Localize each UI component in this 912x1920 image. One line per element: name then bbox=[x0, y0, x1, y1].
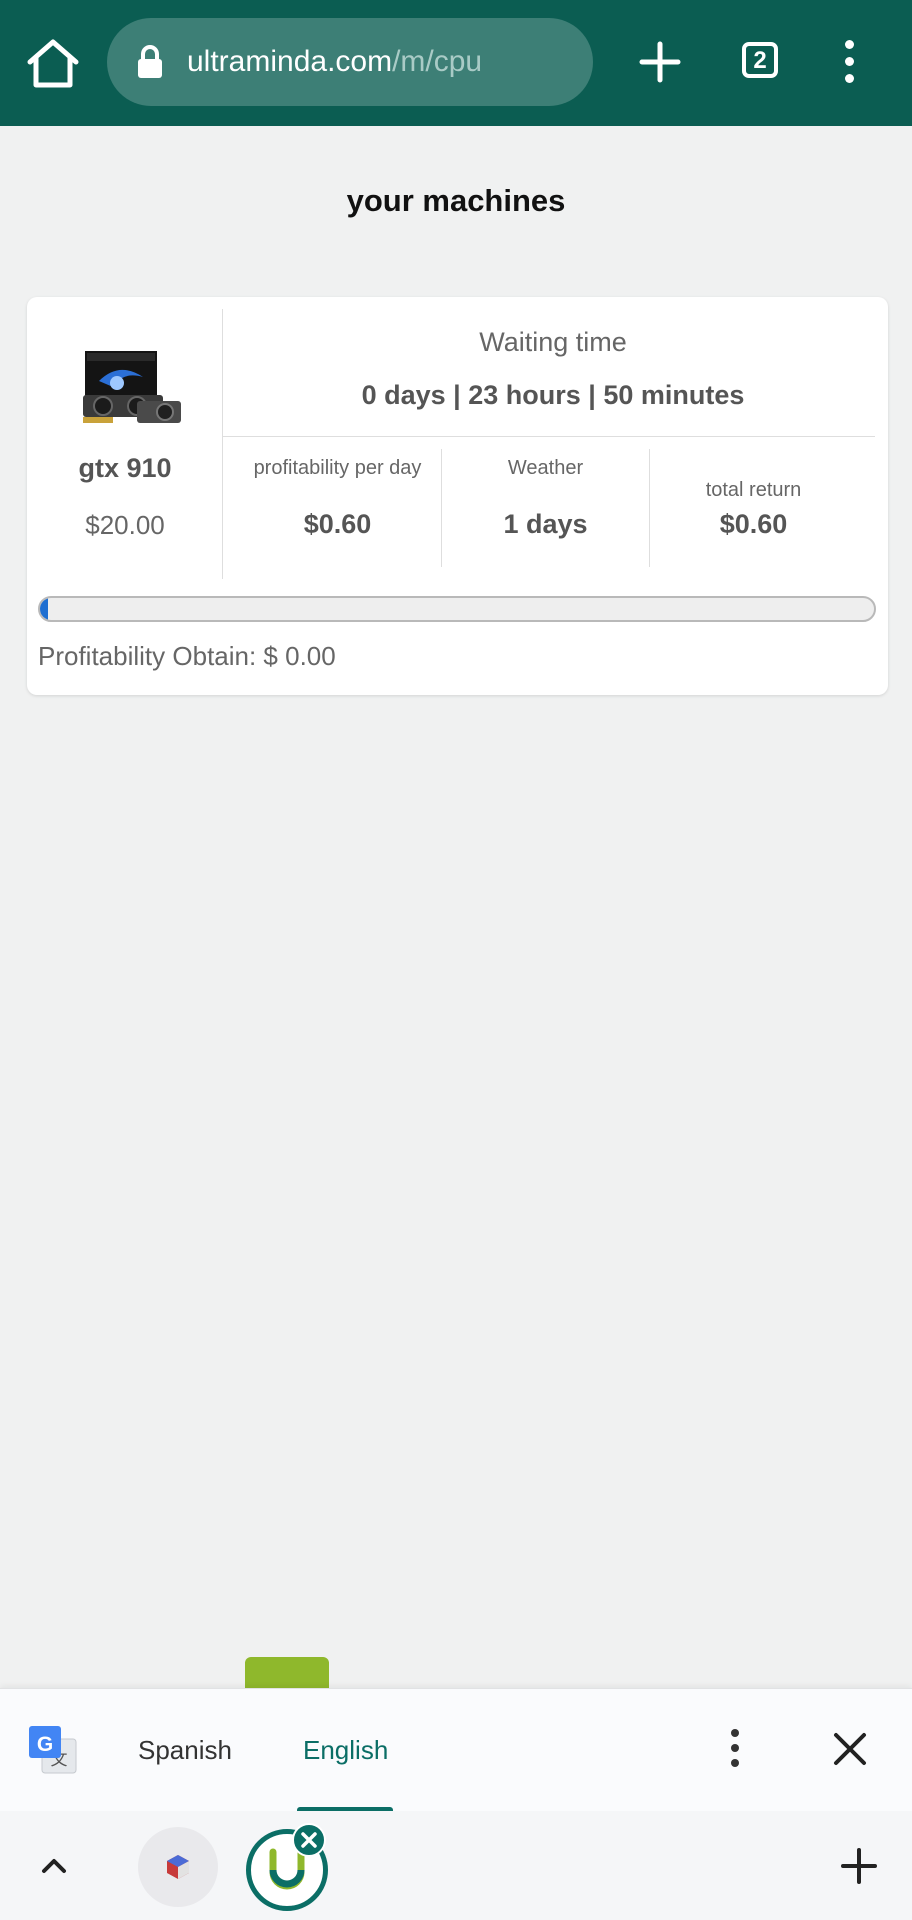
waiting-time-label: Waiting time bbox=[479, 327, 627, 357]
stat-value: $0.60 bbox=[303, 509, 372, 539]
home-icon[interactable] bbox=[24, 38, 82, 90]
url-path: /m/cpu bbox=[392, 45, 483, 78]
plus-icon[interactable] bbox=[840, 1847, 878, 1885]
waiting-time-value: 0 days | 23 hours | 50 minutes bbox=[361, 380, 745, 410]
tab-switcher-button[interactable]: 2 bbox=[742, 42, 778, 78]
site-favicon-icon bbox=[164, 1853, 192, 1881]
overflow-menu-icon[interactable] bbox=[725, 1729, 745, 1773]
translate-bar: 文 G Spanish English bbox=[0, 1688, 912, 1813]
chevron-up-icon[interactable] bbox=[36, 1847, 72, 1883]
browser-toolbar: ultraminda.com/m/cpu 2 bbox=[0, 0, 912, 126]
close-icon[interactable] bbox=[830, 1729, 870, 1769]
progress-fill bbox=[40, 598, 49, 620]
google-translate-icon[interactable]: 文 G bbox=[28, 1725, 78, 1775]
close-badge-icon[interactable] bbox=[292, 1823, 326, 1857]
new-tab-button[interactable] bbox=[638, 40, 682, 84]
stat-weather: Weather 1 days bbox=[442, 457, 649, 540]
stat-value: $0.60 bbox=[719, 509, 788, 539]
profit-progress-bar bbox=[38, 596, 876, 622]
stat-label: profitability per day bbox=[253, 457, 422, 479]
stat-profitability: profitability per day $0.60 bbox=[234, 457, 441, 540]
url-text[interactable]: ultraminda.com/m/cpu bbox=[187, 18, 482, 106]
machine-name: gtx 910 bbox=[78, 453, 172, 483]
language-tab-spanish[interactable]: Spanish bbox=[138, 1689, 232, 1811]
profitability-obtained: Profitability Obtain: $ 0.00 bbox=[38, 641, 336, 671]
overflow-menu-icon[interactable] bbox=[838, 40, 860, 86]
machine-card: gtx 910 $20.00 Waiting time 0 days | 23 … bbox=[27, 297, 888, 695]
address-bar[interactable]: ultraminda.com/m/cpu bbox=[107, 18, 593, 106]
stat-label: Weather bbox=[507, 457, 584, 479]
divider bbox=[223, 436, 875, 437]
graphics-card-image bbox=[77, 349, 182, 427]
stat-label: total return bbox=[705, 479, 802, 501]
stat-total-return: total return $0.60 bbox=[650, 457, 857, 540]
page-title: your machines bbox=[346, 183, 566, 218]
site-bubble[interactable] bbox=[138, 1827, 218, 1907]
language-tab-english[interactable]: English bbox=[303, 1689, 388, 1811]
lock-icon bbox=[137, 45, 163, 79]
svg-text:G: G bbox=[37, 1733, 53, 1756]
url-domain: ultraminda.com bbox=[187, 45, 393, 78]
machine-price: $20.00 bbox=[85, 510, 165, 540]
stat-value: 1 days bbox=[503, 509, 588, 539]
plus-icon bbox=[639, 41, 681, 83]
bottom-bar bbox=[0, 1811, 912, 1920]
